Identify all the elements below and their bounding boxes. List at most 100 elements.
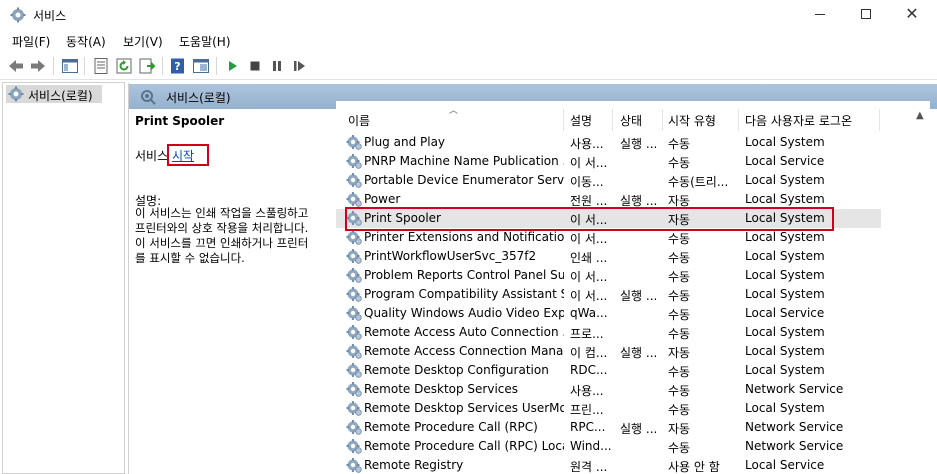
service-description: 사용... [570,384,604,398]
forward-icon[interactable] [29,57,47,75]
window-title: 서비스 [33,9,67,23]
column-header-status[interactable]: 상태 [620,112,642,129]
service-name: Remote Desktop Services [364,382,519,396]
service-startup-type: 사용 안 함 [668,460,720,474]
service-name: Remote Desktop Services UserMod... [364,401,564,415]
show-hide-tree-icon[interactable] [61,57,79,75]
service-log-on-as: Network Service [745,420,844,434]
maximize-button[interactable] [843,0,889,30]
minimize-button[interactable] [797,0,843,30]
service-description: 이 서... [570,156,608,170]
service-row[interactable]: PrintWorkflowUserSvc_357f2 인쇄 ... 수동 Local … [336,247,881,266]
service-gear-icon [346,382,362,397]
service-description: 프로... [570,327,604,341]
service-log-on-as: Local System [745,363,825,377]
service-description: 원격 ... [570,460,608,474]
column-separator [738,109,739,131]
column-header-description[interactable]: 설명 [570,112,592,129]
menu-view[interactable]: 보기(V) [123,33,163,50]
restart-service-icon[interactable] [290,57,308,75]
service-description: 프린... [570,403,604,417]
service-row[interactable]: Remote Access Auto Connection ... 프로... 수동… [336,323,881,342]
search-gear-icon [141,90,156,105]
maximize-icon [861,9,871,19]
service-startup-type: 수동 [668,441,691,455]
column-header-startup-type[interactable]: 시작 유형 [668,112,716,129]
service-row[interactable]: Remote Procedure Call (RPC) RPC... 실행 ... 자… [336,418,881,437]
service-startup-type: 수동 [668,289,691,303]
toolbar: ? [0,52,937,80]
service-row[interactable]: Portable Device Enumerator Service 이동... 수… [336,171,881,190]
service-row[interactable]: Remote Procedure Call (RPC) Loca... Wind.… [336,437,881,456]
service-gear-icon [346,173,362,188]
close-icon: ✕ [905,4,919,23]
service-row[interactable]: Quality Windows Audio Video Exp... qWa...… [336,304,881,323]
service-gear-icon [346,401,362,416]
service-row[interactable]: PNRP Machine Name Publication ... 이 서... 수… [336,152,881,171]
export-icon[interactable] [138,57,156,75]
pause-service-icon[interactable] [268,57,286,75]
tree-item-services-local[interactable]: 서비스(로컬) [6,85,102,103]
service-status: 실행 ... [620,137,658,151]
pane-title: 서비스(로컬) [166,91,231,105]
service-startup-type: 수동 [668,156,691,170]
scroll-up-icon[interactable]: ▲ [916,110,924,121]
service-name: PrintWorkflowUserSvc_357f2 [364,249,537,263]
service-gear-icon [346,439,362,454]
service-gear-icon [346,363,362,378]
service-row[interactable]: Plug and Play 사용... 실행 ... 수동 Local System [336,133,881,152]
service-status: 실행 ... [620,289,658,303]
column-separator [612,109,613,131]
service-gear-icon [346,154,362,169]
service-startup-type: 수동 [668,365,691,379]
service-row[interactable]: Remote Access Connection Manager 이 컴... 실행… [336,342,881,361]
service-row[interactable]: Remote Desktop Services 사용... 수동 Network Se… [336,380,881,399]
service-detail-name: Print Spooler [135,114,225,128]
service-startup-type: 수동 [668,327,691,341]
service-gear-icon [346,287,362,302]
service-name: Remote Access Connection Manager [364,344,564,358]
service-startup-type: 수동 [668,137,691,151]
service-name: Portable Device Enumerator Service [364,173,564,187]
service-row[interactable]: Remote Desktop Configuration RDC... 수동 Loca… [336,361,881,380]
service-log-on-as: Local System [745,401,825,415]
help-icon[interactable]: ? [169,57,187,75]
service-row[interactable]: Remote Desktop Services UserMod... 프린... 수… [336,399,881,418]
service-gear-icon [346,249,362,264]
column-header-name[interactable]: 이름 [348,112,370,129]
service-log-on-as: Local System [745,192,825,206]
stop-service-icon[interactable] [246,57,264,75]
service-gear-icon [346,230,362,245]
service-log-on-as: Local System [745,173,825,187]
service-gear-icon [346,420,362,435]
menu-file[interactable]: 파일(F) [12,33,50,50]
service-description: 이 서... [570,289,608,303]
properties-icon[interactable] [92,57,110,75]
service-row[interactable]: Problem Reports Control Panel Su... 이 서..… [336,266,881,285]
back-icon[interactable] [7,57,25,75]
close-button[interactable]: ✕ [889,0,935,30]
service-log-on-as: Local System [745,230,825,244]
service-row[interactable]: Remote Registry 원격 ... 사용 안 함 Local Service [336,456,881,474]
start-service-icon[interactable] [223,57,241,75]
service-gear-icon [346,135,362,150]
service-gear-icon [346,458,362,473]
service-name: Remote Procedure Call (RPC) Loca... [364,439,564,453]
service-gear-icon [346,192,362,207]
console-icon[interactable] [192,57,210,75]
service-row[interactable]: Program Compatibility Assistant S... 이 서.… [336,285,881,304]
menu-help[interactable]: 도움말(H) [179,33,231,50]
column-header-log-on-as[interactable]: 다음 사용자로 로그온 [745,112,852,129]
vertical-scrollbar[interactable]: ▲ [913,101,930,474]
column-separator [563,109,564,131]
service-name: Remote Access Auto Connection ... [364,325,564,339]
service-name: Remote Registry [364,458,464,472]
service-name: Problem Reports Control Panel Su... [364,268,564,282]
menu-action[interactable]: 동작(A) [66,33,106,50]
service-startup-type: 수동 [668,308,691,322]
menu-bar: 파일(F) 동작(A) 보기(V) 도움말(H) [0,30,937,52]
refresh-icon[interactable] [115,57,133,75]
service-log-on-as: Local System [745,325,825,339]
sort-ascending-icon: ︿ [449,106,459,116]
service-log-on-as: Local System [745,344,825,358]
